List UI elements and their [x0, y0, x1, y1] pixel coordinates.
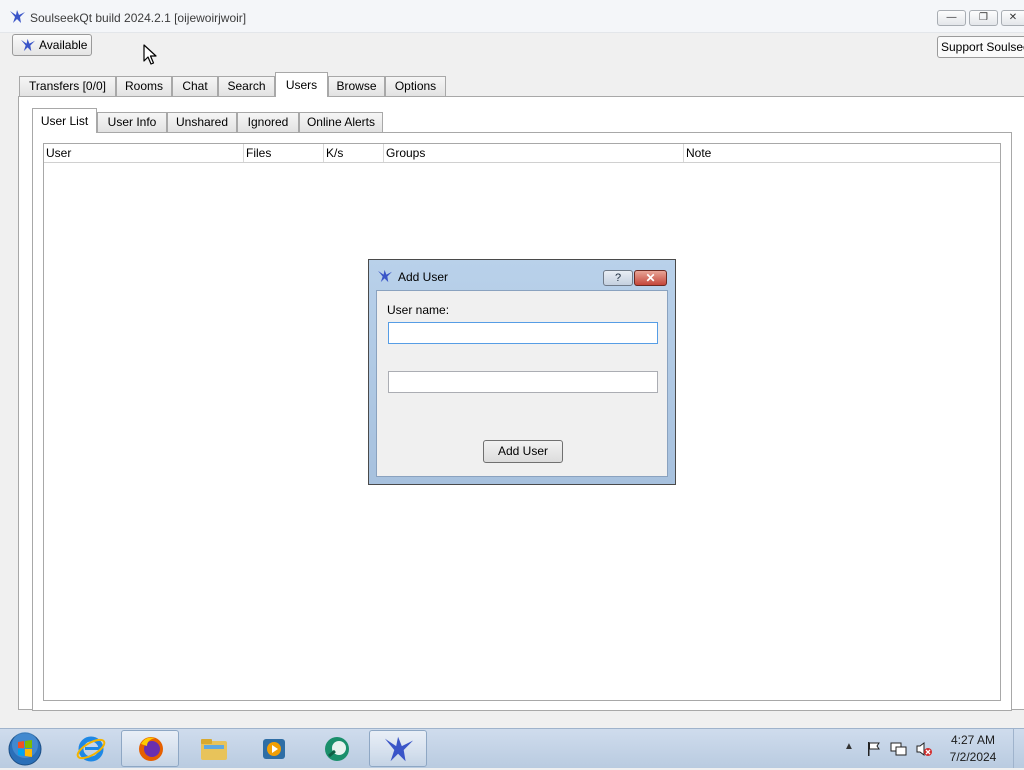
- username-label: User name:: [387, 303, 450, 317]
- add-user-dialog: Add User ? ✕ User name: Add User: [368, 259, 676, 485]
- file-explorer-button[interactable]: [184, 730, 242, 767]
- status-label: Available: [39, 38, 88, 52]
- firefox-icon: [139, 737, 163, 761]
- column-header-note[interactable]: Note: [684, 144, 1000, 162]
- tab-ignored[interactable]: Ignored: [237, 112, 299, 132]
- media-player-button[interactable]: [244, 730, 302, 767]
- close-icon: ✕: [645, 271, 656, 285]
- dialog-close-button[interactable]: ✕: [634, 270, 667, 286]
- add-user-button[interactable]: Add User: [483, 440, 563, 463]
- soulseek-icon: [384, 736, 414, 762]
- tab-transfers[interactable]: Transfers [0/0]: [19, 76, 116, 96]
- close-button[interactable]: ✕: [1001, 10, 1024, 26]
- show-desktop-button[interactable]: [1013, 729, 1024, 768]
- minimize-icon: —: [946, 12, 957, 23]
- title-bar[interactable]: SoulseekQt build 2024.2.1 [oijewoirjwoir…: [0, 0, 1024, 33]
- media-player-icon: [263, 739, 285, 759]
- tab-chat[interactable]: Chat: [172, 76, 218, 96]
- tab-users[interactable]: Users: [275, 72, 328, 97]
- column-header-files[interactable]: Files: [244, 144, 324, 162]
- minimize-button[interactable]: —: [937, 10, 966, 26]
- main-tab-bar: Transfers [0/0] Rooms Chat Search Users …: [19, 72, 1019, 97]
- users-sub-tab-bar: User List User Info Unshared Ignored Onl…: [32, 108, 1012, 133]
- app-button[interactable]: [307, 730, 365, 767]
- tab-options[interactable]: Options: [385, 76, 446, 96]
- tab-online-alerts[interactable]: Online Alerts: [299, 112, 383, 132]
- file-explorer-icon: [201, 739, 227, 760]
- start-button[interactable]: [6, 731, 46, 767]
- soulseek-icon: [9, 9, 26, 24]
- tab-search[interactable]: Search: [218, 76, 275, 96]
- clock-date[interactable]: 7/2/2024: [940, 750, 1006, 764]
- column-header-speed[interactable]: K/s: [324, 144, 384, 162]
- firefox-button[interactable]: [121, 730, 179, 767]
- dialog-title: Add User: [398, 270, 449, 284]
- clock-time[interactable]: 4:27 AM: [940, 733, 1006, 747]
- tab-unshared[interactable]: Unshared: [167, 112, 237, 132]
- window-title: SoulseekQt build 2024.2.1 [oijewoirjwoir…: [30, 11, 247, 25]
- note-input[interactable]: [388, 371, 658, 393]
- help-button[interactable]: ?: [603, 270, 633, 286]
- mouse-cursor-icon: [143, 44, 157, 69]
- tab-user-list[interactable]: User List: [32, 108, 97, 133]
- column-header-user[interactable]: User: [44, 144, 244, 162]
- app-icon: [325, 737, 349, 761]
- tab-rooms[interactable]: Rooms: [116, 76, 172, 96]
- help-icon: ?: [614, 272, 622, 284]
- dialog-body: User name: Add User: [376, 290, 668, 477]
- volume-muted-icon[interactable]: [915, 741, 933, 760]
- soulseek-taskbar-button[interactable]: [369, 730, 427, 767]
- internet-explorer-icon: [76, 736, 106, 762]
- username-input[interactable]: [388, 322, 658, 344]
- soulseek-icon: [377, 269, 393, 283]
- tab-user-info[interactable]: User Info: [97, 112, 167, 132]
- close-icon: ✕: [1008, 12, 1018, 23]
- show-hidden-icons-button[interactable]: ▲: [844, 741, 854, 752]
- table-header: User Files K/s Groups Note: [44, 144, 1000, 163]
- support-soulseek-button[interactable]: Support Soulseek: [937, 36, 1024, 58]
- column-header-groups[interactable]: Groups: [384, 144, 684, 162]
- maximize-button[interactable]: ❐: [969, 10, 998, 26]
- maximize-icon: ❐: [979, 12, 988, 23]
- action-center-flag-icon[interactable]: [866, 741, 882, 760]
- network-icon[interactable]: [890, 741, 908, 760]
- internet-explorer-button[interactable]: [61, 730, 119, 767]
- tab-browse[interactable]: Browse: [328, 76, 385, 96]
- taskbar: ▲ 4:27 AM 7/2/2024: [0, 728, 1024, 768]
- status-button[interactable]: Available: [12, 34, 92, 56]
- soulseek-icon: [20, 38, 36, 52]
